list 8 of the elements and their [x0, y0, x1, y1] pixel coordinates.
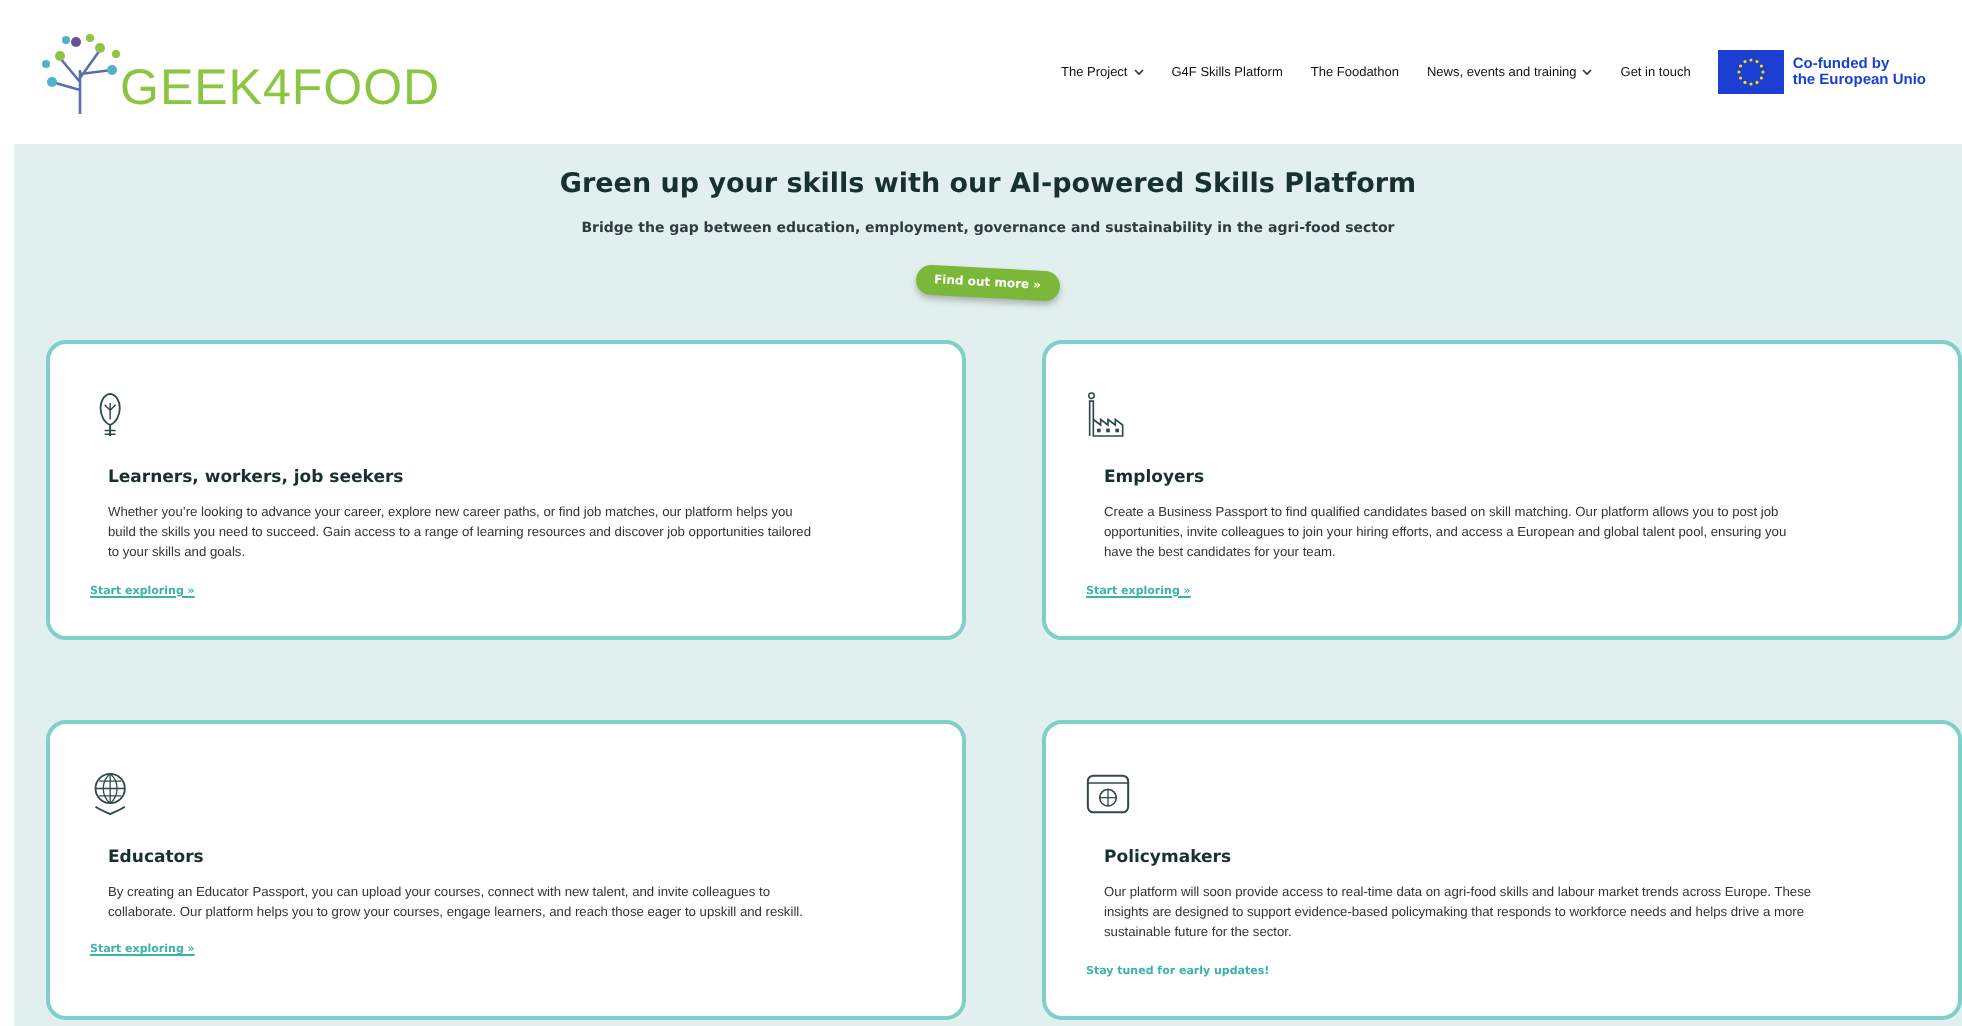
card-title: Educators: [108, 848, 206, 868]
flag-icon: [1718, 50, 1785, 94]
caret-icon: [1133, 68, 1144, 76]
card-title: Learners, workers, job seekers: [108, 468, 406, 488]
caret-icon: [1582, 68, 1593, 76]
card-title: Policymakers: [1104, 848, 1234, 868]
hero-title: Green up your skills with our AI-powered Skills Platform: [559, 168, 1417, 200]
card-title: Employers: [1104, 468, 1207, 488]
